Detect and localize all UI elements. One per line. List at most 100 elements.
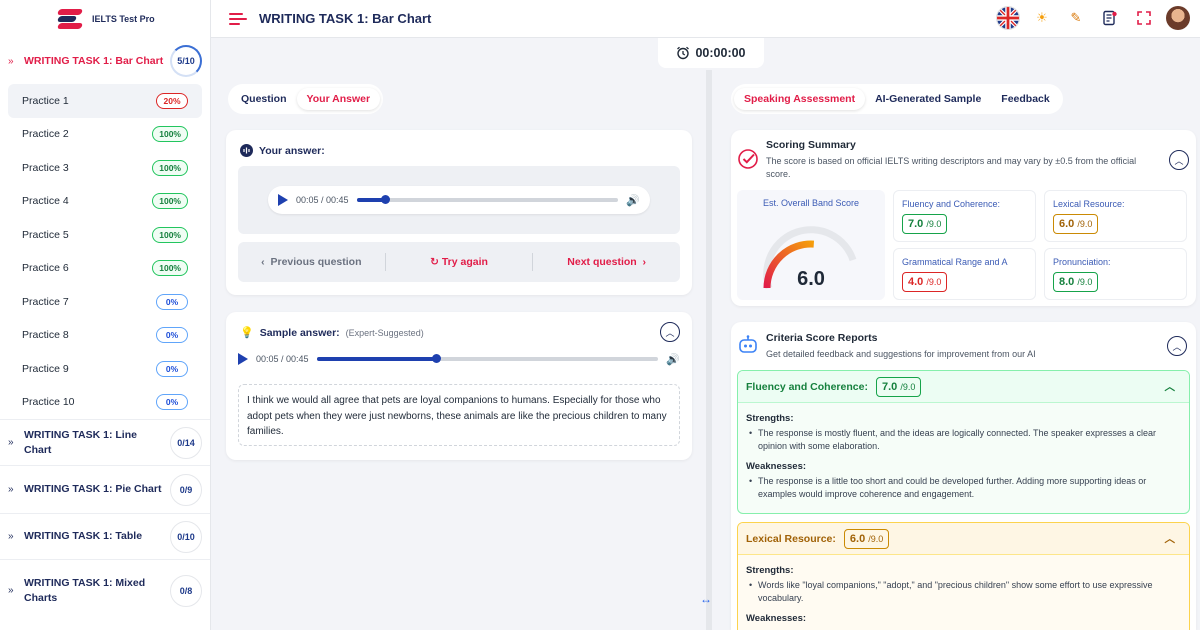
sidebar-group[interactable]: » WRITING TASK 1: Mixed Charts 0/8 [0,559,210,621]
criteria-lexical-header[interactable]: Lexical Resource: 6.0 /9.0 ︿ [738,523,1189,555]
practice-label: Practice 9 [22,362,69,375]
top-actions: ☀ ✎ [996,6,1190,30]
sidebar-practice-item[interactable]: Practice 8 0% [8,319,202,353]
active-group-title: WRITING TASK 1: Bar Chart [24,55,164,67]
practice-score-badge: 100% [152,193,188,210]
sample-hint: (Expert-Suggested) [345,327,424,338]
page-title: WRITING TASK 1: Bar Chart [259,11,432,26]
volume-icon[interactable]: 🔊 [666,353,680,366]
overall-score-box: Est. Overall Band Score 6.0 [737,190,885,300]
voice-icon [240,144,253,157]
play-icon[interactable] [238,353,248,365]
sidebar-group[interactable]: » WRITING TASK 1: Pie Chart 0/9 [0,465,210,513]
tab-question[interactable]: Question [231,88,297,110]
try-again-button[interactable]: ↻ Try again [386,256,533,268]
sidebar-practice-item[interactable]: Practice 7 0% [8,285,202,319]
practice-score-badge: 20% [156,92,188,109]
criteria-collapse-button[interactable]: ︿ [1167,336,1187,356]
timer-value: 00:00:00 [695,46,746,60]
score-lexical: Lexical Resource: 6.0 /9.0 [1044,190,1187,242]
strength-item: Words like "loyal companions," "adopt," … [746,579,1181,605]
sample-audio-player: 00:05 / 00:45 🔊 [238,352,680,366]
audio-time: 00:05 / 00:45 [256,354,309,364]
criteria-card: Criteria Score Reports Get detailed feed… [731,322,1196,630]
score-pill: 7.0 /9.0 [875,376,922,397]
chevron-up-icon[interactable]: ︿ [1165,531,1176,546]
double-chevron-right-icon: » [8,484,14,495]
sidebar-practice-item[interactable]: Practice 5 100% [8,218,202,252]
tab-feedback[interactable]: Feedback [991,88,1059,110]
weaknesses-label: Weaknesses: [746,613,807,624]
sidebar-practice-item[interactable]: Practice 9 0% [8,352,202,386]
left-tabs: Question Your Answer [228,84,384,114]
sidebar-practice-item[interactable]: Practice 1 20% [8,84,202,118]
scoring-summary-title: Scoring Summary [766,139,856,151]
group-title: WRITING TASK 1: Line Chart [24,428,137,456]
practice-label: Practice 6 [22,262,69,275]
sidebar-practice-item[interactable]: Practice 6 100% [8,252,202,286]
summary-collapse-button[interactable]: ︿ [1169,150,1189,170]
flag-uk-icon[interactable] [996,6,1020,30]
sidebar-practice-item[interactable]: Practice 3 100% [8,151,202,185]
sidebar-practice-item[interactable]: Practice 10 0% [8,386,202,420]
audio-progress[interactable] [316,354,659,363]
sample-card: 💡 Sample answer: (Expert-Suggested) ︿ 00… [226,312,692,460]
sample-collapse-button[interactable]: ︿ [660,322,680,342]
tab-speaking-assessment[interactable]: Speaking Assessment [734,88,866,110]
practice-label: Practice 1 [22,94,69,107]
group-progress: 0/8 [170,574,202,607]
group-progress: 0/9 [170,473,202,506]
next-question-button[interactable]: Next question › [533,256,680,268]
tab-your-answer[interactable]: Your Answer [296,88,381,110]
practice-label: Practice 5 [22,228,69,241]
practice-score-badge: 100% [152,226,188,243]
practice-score-badge: 100% [152,159,188,176]
group-progress: 0/14 [170,426,202,459]
sidebar-group[interactable]: » WRITING TASK 1: Table 0/10 [0,513,210,559]
sun-icon[interactable]: ☀ [1030,6,1054,30]
scoring-summary-desc: The score is based on official IELTS wri… [766,156,1137,179]
pencil-icon[interactable]: ✎ [1064,6,1088,30]
score-pronunciation: Pronunciation: 8.0 /9.0 [1044,248,1187,300]
check-badge-icon [738,149,758,169]
active-group-header[interactable]: » WRITING TASK 1: Bar Chart 5/10 [8,38,202,84]
double-chevron-right-icon: » [8,585,14,596]
practice-score-badge: 0% [156,327,188,344]
score-pill: 8.0 /9.0 [1053,272,1099,292]
chevron-up-icon[interactable]: ︿ [1165,379,1176,394]
panel-divider[interactable] [706,70,712,630]
practice-label: Practice 4 [22,195,69,208]
criteria-desc: Get detailed feedback and suggestions fo… [766,349,1036,359]
sidebar-practice-item[interactable]: Practice 2 100% [8,118,202,152]
criteria-fluency-header[interactable]: Fluency and Coherence: 7.0 /9.0 ︿ [738,371,1189,403]
weaknesses-label: Weaknesses: [746,461,807,472]
tab-ai-generated-sample[interactable]: AI-Generated Sample [865,88,991,110]
practice-list: Practice 1 20% Practice 2 100% Practice 3 100… [8,84,202,419]
practice-score-badge: 0% [156,360,188,377]
play-icon[interactable] [278,194,288,206]
sidebar-practice-item[interactable]: Practice 4 100% [8,185,202,219]
score-pill: 4.0 /9.0 [902,272,948,292]
scoring-summary-card: Scoring Summary The score is based on of… [731,130,1196,306]
score-fluency: Fluency and Coherence: 7.0 /9.0 [893,190,1036,242]
audio-progress[interactable] [356,195,619,204]
previous-question-button[interactable]: ‹ Previous question [238,256,385,268]
sidebar-group[interactable]: » WRITING TASK 1: Line Chart 0/14 [0,419,210,465]
timer: 00:00:00 [658,38,764,68]
resize-handle-icon[interactable]: ↔ [700,592,712,606]
volume-icon[interactable]: 🔊 [626,194,640,207]
practice-label: Practice 7 [22,295,69,308]
practice-score-badge: 0% [156,394,188,411]
overall-score: 6.0 [797,268,825,290]
notes-icon[interactable] [1098,6,1122,30]
logo-mark-icon [56,6,86,32]
avatar[interactable] [1166,6,1190,30]
score-pill: 6.0 /9.0 [1053,214,1099,234]
fullscreen-icon[interactable] [1132,6,1156,30]
top-bar: WRITING TASK 1: Bar Chart ☀ ✎ [211,0,1200,38]
menu-icon[interactable] [229,9,249,29]
answer-card: Your answer: 00:05 / 00:45 🔊 ‹ Previous … [226,130,692,295]
logo[interactable]: IELTS Test Pro [0,0,210,38]
group-title: WRITING TASK 1: Pie Chart [24,483,162,495]
sample-label: Sample answer: [259,326,340,339]
